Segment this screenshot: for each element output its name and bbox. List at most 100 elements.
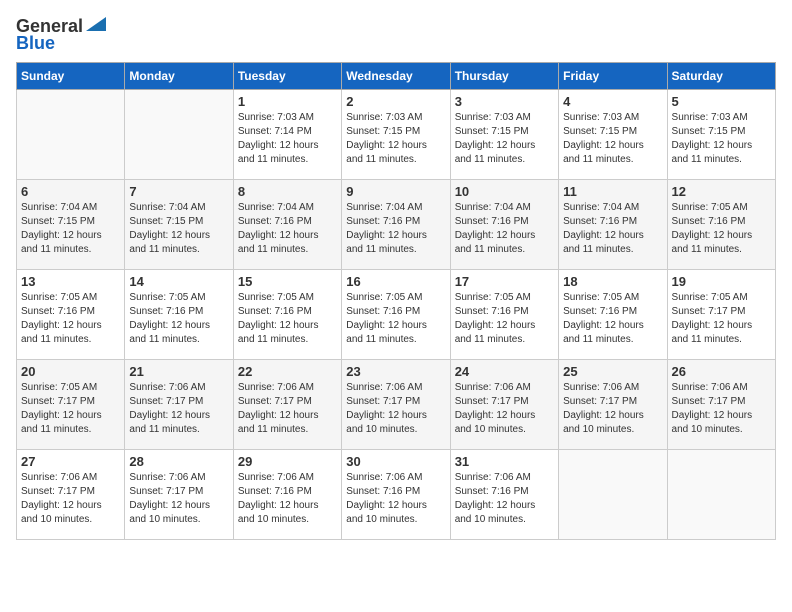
calendar-cell: 27 Sunrise: 7:06 AM Sunset: 7:17 PM Dayli… — [17, 450, 125, 540]
day-number: 3 — [455, 94, 554, 109]
day-info: Sunrise: 7:04 AM Sunset: 7:16 PM Dayligh… — [238, 201, 337, 257]
day-info: Sunrise: 7:06 AM Sunset: 7:16 PM Dayligh… — [455, 471, 554, 527]
calendar-cell: 18 Sunrise: 7:05 AM Sunset: 7:16 PM Dayli… — [559, 270, 667, 360]
day-number: 31 — [455, 454, 554, 469]
day-number: 19 — [672, 274, 771, 289]
day-number: 17 — [455, 274, 554, 289]
day-number: 21 — [129, 364, 228, 379]
day-info: Sunrise: 7:03 AM Sunset: 7:15 PM Dayligh… — [455, 111, 554, 167]
weekday-header-saturday: Saturday — [667, 63, 775, 90]
day-number: 13 — [21, 274, 120, 289]
day-number: 30 — [346, 454, 445, 469]
calendar-cell: 12Sunrise: 7:05 AM Sunset: 7:16 PM Dayli… — [667, 180, 775, 270]
logo-blue: Blue — [16, 33, 55, 54]
page-header: General Blue — [16, 16, 776, 54]
day-number: 18 — [563, 274, 662, 289]
day-number: 11 — [563, 184, 662, 199]
day-info: Sunrise: 7:06 AM Sunset: 7:17 PM Dayligh… — [455, 381, 554, 437]
day-number: 1 — [238, 94, 337, 109]
calendar-cell — [125, 90, 233, 180]
calendar-cell: 31 Sunrise: 7:06 AM Sunset: 7:16 PM Dayli… — [450, 450, 558, 540]
day-number: 5 — [672, 94, 771, 109]
day-info: Sunrise: 7:06 AM Sunset: 7:17 PM Dayligh… — [346, 381, 445, 437]
day-number: 10 — [455, 184, 554, 199]
day-info: Sunrise: 7:04 AM Sunset: 7:16 PM Dayligh… — [563, 201, 662, 257]
calendar-cell: 16 Sunrise: 7:05 AM Sunset: 7:16 PM Dayli… — [342, 270, 450, 360]
weekday-header-tuesday: Tuesday — [233, 63, 341, 90]
calendar-cell: 29 Sunrise: 7:06 AM Sunset: 7:16 PM Dayli… — [233, 450, 341, 540]
day-info: Sunrise: 7:06 AM Sunset: 7:17 PM Dayligh… — [129, 381, 228, 437]
weekday-header-sunday: Sunday — [17, 63, 125, 90]
day-info: Sunrise: 7:04 AM Sunset: 7:15 PM Dayligh… — [129, 201, 228, 257]
day-info: Sunrise: 7:05 AM Sunset: 7:16 PM Dayligh… — [455, 291, 554, 347]
day-info: Sunrise: 7:06 AM Sunset: 7:17 PM Dayligh… — [129, 471, 228, 527]
calendar-cell: 7 Sunrise: 7:04 AM Sunset: 7:15 PM Daylig… — [125, 180, 233, 270]
day-number: 26 — [672, 364, 771, 379]
weekday-header-thursday: Thursday — [450, 63, 558, 90]
weekday-header-friday: Friday — [559, 63, 667, 90]
day-info: Sunrise: 7:05 AM Sunset: 7:16 PM Dayligh… — [21, 291, 120, 347]
calendar-cell: 11 Sunrise: 7:04 AM Sunset: 7:16 PM Dayli… — [559, 180, 667, 270]
calendar-cell: 21 Sunrise: 7:06 AM Sunset: 7:17 PM Dayli… — [125, 360, 233, 450]
calendar-cell: 17 Sunrise: 7:05 AM Sunset: 7:16 PM Dayli… — [450, 270, 558, 360]
calendar-cell — [17, 90, 125, 180]
logo-container: General Blue — [16, 16, 106, 54]
day-info: Sunrise: 7:06 AM Sunset: 7:17 PM Dayligh… — [238, 381, 337, 437]
day-number: 7 — [129, 184, 228, 199]
day-number: 24 — [455, 364, 554, 379]
logo: General Blue — [16, 16, 106, 54]
calendar-cell: 1 Sunrise: 7:03 AM Sunset: 7:14 PM Daylig… — [233, 90, 341, 180]
calendar-cell: 22 Sunrise: 7:06 AM Sunset: 7:17 PM Dayli… — [233, 360, 341, 450]
calendar-cell: 4Sunrise: 7:03 AM Sunset: 7:15 PM Daylig… — [559, 90, 667, 180]
day-info: Sunrise: 7:06 AM Sunset: 7:17 PM Dayligh… — [21, 471, 120, 527]
calendar-cell: 8 Sunrise: 7:04 AM Sunset: 7:16 PM Daylig… — [233, 180, 341, 270]
weekday-header-monday: Monday — [125, 63, 233, 90]
calendar-cell: 5 Sunrise: 7:03 AM Sunset: 7:15 PM Daylig… — [667, 90, 775, 180]
day-info: Sunrise: 7:05 AM Sunset: 7:16 PM Dayligh… — [672, 201, 771, 257]
day-info: Sunrise: 7:04 AM Sunset: 7:16 PM Dayligh… — [455, 201, 554, 257]
day-info: Sunrise: 7:05 AM Sunset: 7:17 PM Dayligh… — [672, 291, 771, 347]
day-number: 14 — [129, 274, 228, 289]
calendar-cell — [667, 450, 775, 540]
calendar-cell: 23 Sunrise: 7:06 AM Sunset: 7:17 PM Dayli… — [342, 360, 450, 450]
calendar-cell: 6 Sunrise: 7:04 AM Sunset: 7:15 PM Daylig… — [17, 180, 125, 270]
day-info: Sunrise: 7:05 AM Sunset: 7:16 PM Dayligh… — [129, 291, 228, 347]
calendar-cell: 26 Sunrise: 7:06 AM Sunset: 7:17 PM Dayli… — [667, 360, 775, 450]
day-info: Sunrise: 7:03 AM Sunset: 7:14 PM Dayligh… — [238, 111, 337, 167]
day-info: Sunrise: 7:03 AM Sunset: 7:15 PM Dayligh… — [672, 111, 771, 167]
day-number: 6 — [21, 184, 120, 199]
day-info: Sunrise: 7:05 AM Sunset: 7:16 PM Dayligh… — [563, 291, 662, 347]
day-info: Sunrise: 7:06 AM Sunset: 7:16 PM Dayligh… — [238, 471, 337, 527]
day-info: Sunrise: 7:05 AM Sunset: 7:16 PM Dayligh… — [238, 291, 337, 347]
calendar-cell: 25 Sunrise: 7:06 AM Sunset: 7:17 PM Dayli… — [559, 360, 667, 450]
day-number: 16 — [346, 274, 445, 289]
day-info: Sunrise: 7:05 AM Sunset: 7:17 PM Dayligh… — [21, 381, 120, 437]
calendar-cell: 24 Sunrise: 7:06 AM Sunset: 7:17 PM Dayli… — [450, 360, 558, 450]
day-number: 25 — [563, 364, 662, 379]
day-info: Sunrise: 7:05 AM Sunset: 7:16 PM Dayligh… — [346, 291, 445, 347]
day-number: 23 — [346, 364, 445, 379]
calendar-cell: 9 Sunrise: 7:04 AM Sunset: 7:16 PM Daylig… — [342, 180, 450, 270]
day-number: 29 — [238, 454, 337, 469]
day-number: 8 — [238, 184, 337, 199]
day-info: Sunrise: 7:04 AM Sunset: 7:16 PM Dayligh… — [346, 201, 445, 257]
day-number: 20 — [21, 364, 120, 379]
day-number: 27 — [21, 454, 120, 469]
calendar-cell: 28 Sunrise: 7:06 AM Sunset: 7:17 PM Dayli… — [125, 450, 233, 540]
calendar-cell: 15 Sunrise: 7:05 AM Sunset: 7:16 PM Dayli… — [233, 270, 341, 360]
day-info: Sunrise: 7:06 AM Sunset: 7:17 PM Dayligh… — [672, 381, 771, 437]
day-number: 22 — [238, 364, 337, 379]
weekday-header-wednesday: Wednesday — [342, 63, 450, 90]
day-info: Sunrise: 7:04 AM Sunset: 7:15 PM Dayligh… — [21, 201, 120, 257]
calendar-cell: 14 Sunrise: 7:05 AM Sunset: 7:16 PM Dayli… — [125, 270, 233, 360]
day-number: 28 — [129, 454, 228, 469]
calendar-cell: 30 Sunrise: 7:06 AM Sunset: 7:16 PM Dayli… — [342, 450, 450, 540]
calendar-cell: 3 Sunrise: 7:03 AM Sunset: 7:15 PM Daylig… — [450, 90, 558, 180]
day-info: Sunrise: 7:06 AM Sunset: 7:16 PM Dayligh… — [346, 471, 445, 527]
day-number: 15 — [238, 274, 337, 289]
calendar-cell — [559, 450, 667, 540]
day-info: Sunrise: 7:06 AM Sunset: 7:17 PM Dayligh… — [563, 381, 662, 437]
calendar-cell: 19 Sunrise: 7:05 AM Sunset: 7:17 PM Dayli… — [667, 270, 775, 360]
calendar-cell: 2Sunrise: 7:03 AM Sunset: 7:15 PM Daylig… — [342, 90, 450, 180]
day-number: 9 — [346, 184, 445, 199]
